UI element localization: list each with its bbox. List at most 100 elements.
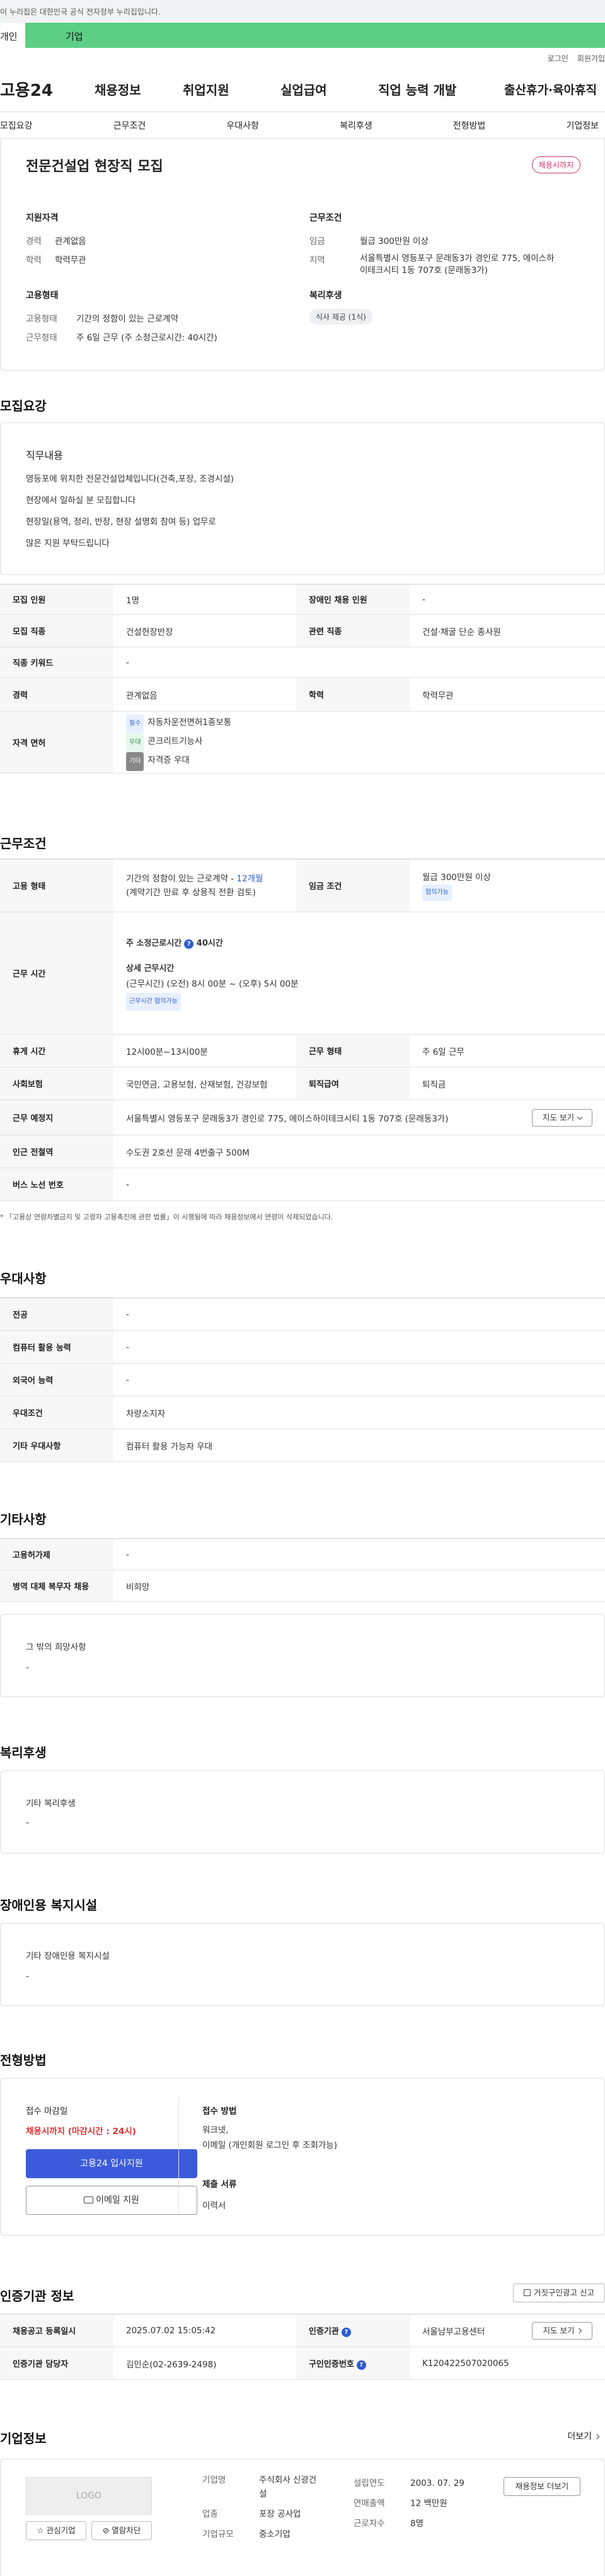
company-jobs-button[interactable]: 채용정보 더보기 — [504, 2477, 580, 2496]
hours-title-row: 주 소정근로시간? 40시간 — [126, 936, 605, 951]
emp-header: 고용 형태 — [0, 859, 113, 912]
deadline-label: 접수 마감일 — [26, 2106, 68, 2116]
license-header: 자격 면허 — [0, 711, 113, 774]
qual-label: 지원자격 — [26, 213, 59, 223]
license-text: 자동차운전면허1종보통 — [147, 717, 232, 728]
num-header-cell: 구인인증번호? — [296, 2347, 410, 2380]
help-icon[interactable]: ? — [341, 2327, 351, 2337]
edu-key: 학력 — [26, 255, 42, 265]
detail-tag: 근무시간 협의가능 — [126, 992, 181, 1011]
false-ad-report-button[interactable]: 거짓구인광고 신고 — [513, 2283, 605, 2302]
emp-months: 12개월 — [236, 873, 263, 884]
map-button-label: 지도 보기 — [543, 1113, 574, 1122]
wage-value: 월급 300만원 이상 — [360, 236, 429, 247]
org-cell: 서울남부고용센터 지도 보기 — [410, 2314, 605, 2347]
detail-label: 상세 근무시간 — [126, 963, 175, 973]
license-item: 기타 자격증 우대 — [126, 751, 605, 771]
company-info-left: 기업명 주식회사 신광건 설 업종 포장 공사업 기업규모 중소기업 — [202, 2473, 316, 2541]
duty-line: 영등포에 위치한 전문건설업체입니다(건축,포장, 조경시설) — [26, 474, 234, 484]
anchor-prefer[interactable]: 우대사항 — [226, 119, 259, 132]
site-logo[interactable]: 고용24 — [0, 78, 95, 101]
license-list: 필수 자동차운전면허1종보통 우대 콘크리트기능사 기타 자격증 우대 — [113, 711, 605, 774]
anchor-company[interactable]: 기업정보 — [566, 119, 599, 132]
help-icon[interactable]: ? — [356, 2360, 366, 2370]
license-text: 자격증 우대 — [147, 755, 190, 765]
signup-link[interactable]: 회원가입 — [577, 54, 605, 63]
career-value: 관계없음 — [55, 236, 86, 247]
name-key: 기업명 — [202, 2475, 226, 2485]
edu-value: 학력무관 — [55, 255, 86, 265]
etc-header: 고용허가제 — [0, 1538, 113, 1570]
duty-lines: 영등포에 위치한 전문건설업체입니다(건축,포장, 조경시설) 현장에서 일하실… — [26, 468, 234, 554]
loc-value: 서울특별시 영등포구 문래동3가 경인로 775, 에이스하이테크시티 1동 7… — [126, 1113, 449, 1124]
tab-company[interactable]: 기업 — [25, 23, 605, 48]
welfare-card: 기타 복리후생 - — [0, 1770, 605, 1854]
method-label: 접수 방법 — [202, 2106, 237, 2116]
utility-menu: 로그인 회원가입 — [0, 48, 605, 67]
detail-value: (근무시간) (오전) 8시 00분 ~ (오후) 5시 00분 — [126, 978, 299, 989]
duty-line: 현장일(용역, 정리, 반장, 현장 설명회 참여 등) 업무로 — [26, 517, 216, 527]
hours-num: 40시간 — [196, 938, 223, 948]
disability-card: 기타 장애인용 복지시설 - — [0, 1923, 605, 2006]
job-value: 건설현장반장 — [113, 614, 296, 647]
emp-label: 고용형태 — [26, 291, 59, 301]
section-anchor-nav: 모집요강 근무조건 우대사항 복리후생 전형방법 기업정보 — [0, 112, 605, 139]
anchor-selection[interactable]: 전형방법 — [453, 119, 486, 132]
count-value: 1명 — [113, 584, 296, 615]
gnb-job-info[interactable]: 채용정보 — [95, 80, 183, 98]
email-apply-label: 이메일 지원 — [96, 2195, 139, 2205]
gnb-maternity-leave[interactable]: 출산휴가·육아휴직 — [504, 81, 605, 98]
recruit-heading: 모집요강 — [0, 398, 47, 414]
edu-header: 학력 — [296, 677, 410, 712]
name-value-2: 설 — [259, 2489, 267, 2499]
conditions-heading: 근무조건 — [0, 836, 47, 851]
num-header: 구인인증번호 — [309, 2359, 354, 2369]
gov-banner: 이 누리집은 대한민국 공식 전자정부 누리집입니다. — [0, 0, 605, 23]
welfare-heading: 복리후생 — [0, 1745, 47, 1760]
name-value: 주식회사 신광건 — [259, 2475, 317, 2485]
conditions-table: 고용 형태 기간의 정함이 있는 근로계약 - 12개월 (계약기간 만료 후 상용… — [0, 859, 605, 1201]
wish-label: 그 밖의 희망사항 — [26, 1642, 86, 1652]
gnb-vocational-training[interactable]: 직업 능력 개발 — [378, 80, 504, 98]
company-more-link[interactable]: 더보기 — [567, 2430, 600, 2442]
prefer-header: 전공 — [0, 1297, 113, 1331]
anchor-recruit[interactable]: 모집요강 — [0, 119, 33, 132]
welfare-label: 기타 복리후생 — [26, 1799, 76, 1809]
license-item: 필수 자동차운전면허1종보통 — [126, 714, 605, 733]
gnb-unemployment-benefit[interactable]: 실업급여 — [280, 80, 378, 98]
etc-value: 비희망 — [113, 1570, 605, 1602]
duty-label: 직무내용 — [26, 450, 63, 461]
career-header: 경력 — [0, 677, 113, 712]
email-apply-button[interactable]: 이메일 지원 — [26, 2186, 197, 2215]
emp-value: 기간의 정함이 있는 근로계약 - — [126, 873, 237, 884]
recruit-table: 모집 인원 1명 장애인 채용 인원 - 모집 직종 건설현장반장 관련 직종 건설·채굴 … — [0, 584, 605, 774]
anchor-conditions[interactable]: 근무조건 — [113, 119, 146, 132]
disability-heading: 장애인용 복지시설 — [0, 1898, 98, 1913]
rel-value: 건설·채굴 단순 종사원 — [410, 614, 605, 647]
apply-button[interactable]: 고용24 입사지원 — [26, 2149, 197, 2178]
hours-header: 근무 시간 — [0, 912, 113, 1035]
form-header: 근무 형태 — [296, 1034, 410, 1067]
tab-personal[interactable]: 개인 — [0, 23, 25, 48]
favorite-company-button[interactable]: ☆ 관심기업 — [26, 2521, 86, 2540]
map-button[interactable]: 지도 보기 — [532, 1109, 592, 1127]
wage-cell: 월급 300만원 이상 협의가능 — [410, 859, 605, 912]
block-view-button[interactable]: ⊘ 열람차단 — [91, 2521, 152, 2540]
hours-title: 주 소정근로시간 — [126, 938, 182, 948]
cond-section: 근무조건 임금 월급 300만원 이상 지역 서울특별시 영등포구 문래동3가 경인… — [309, 211, 555, 277]
login-link[interactable]: 로그인 — [548, 54, 568, 63]
duty-line: 현장에서 일하실 분 모집합니다 — [26, 496, 136, 506]
report-label: 거짓구인광고 신고 — [534, 2288, 594, 2297]
station-value: 수도권 2호선 문래 4번출구 500M — [113, 1135, 605, 1168]
etc-header: 병역 대체 복무자 채용 — [0, 1570, 113, 1602]
block-icon: ⊘ — [102, 2526, 110, 2535]
agency-map-button[interactable]: 지도 보기 — [532, 2322, 592, 2340]
anchor-welfare[interactable]: 복리후생 — [340, 119, 372, 132]
gnb-employment-support[interactable]: 취업지원 — [183, 80, 280, 98]
company-heading: 기업정보 — [0, 2431, 47, 2446]
emp-key: 고용형태 — [26, 314, 57, 324]
help-icon[interactable]: ? — [184, 939, 194, 949]
star-icon: ☆ — [37, 2526, 44, 2535]
area-value-1: 서울특별시 영등포구 문래동3가 경인로 775, 에이스하 — [360, 253, 555, 264]
size-key: 기업규모 — [202, 2529, 234, 2539]
